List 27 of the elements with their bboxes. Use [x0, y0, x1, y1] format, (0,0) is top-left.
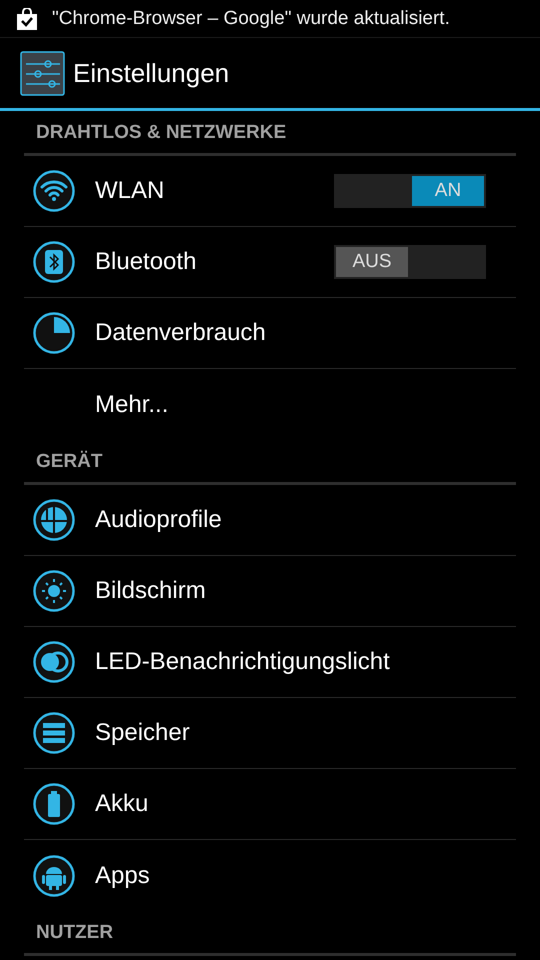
bluetooth-icon [32, 240, 76, 284]
section-header: GERÄT [36, 451, 102, 472]
android-icon [32, 854, 76, 898]
setting-label[interactable]: Akku [95, 790, 148, 818]
toggle-switch[interactable]: AUS [334, 245, 486, 279]
storage-icon [32, 711, 76, 755]
setting-label[interactable]: Bildschirm [95, 577, 206, 605]
quartered-circle-icon [32, 498, 76, 542]
settings-icon[interactable] [20, 50, 65, 96]
sun-icon [32, 569, 76, 613]
setting-label[interactable]: Bluetooth [95, 248, 196, 276]
section-header: NUTZER [36, 922, 114, 943]
setting-label[interactable]: Apps [95, 862, 150, 890]
overlapping-circles-icon [32, 640, 76, 684]
battery-icon [32, 782, 76, 826]
wifi-icon [32, 169, 76, 213]
shopping-bag-icon [16, 8, 38, 30]
setting-label[interactable]: Mehr... [95, 390, 168, 418]
setting-label[interactable]: LED-Benachrichtigungslicht [95, 648, 390, 676]
screen-title: Einstellungen [73, 58, 230, 88]
setting-label[interactable]: WLAN [95, 177, 164, 205]
setting-label[interactable]: Speicher [95, 719, 190, 747]
notification-text: "Chrome-Browser – Google" wurde aktualisiert. [52, 8, 450, 30]
setting-label[interactable]: Datenverbrauch [95, 319, 266, 347]
pie-chart-icon [32, 311, 76, 355]
section-header: DRAHTLOS & NETZWERKE [36, 122, 286, 143]
setting-label[interactable]: Audioprofile [95, 506, 222, 534]
